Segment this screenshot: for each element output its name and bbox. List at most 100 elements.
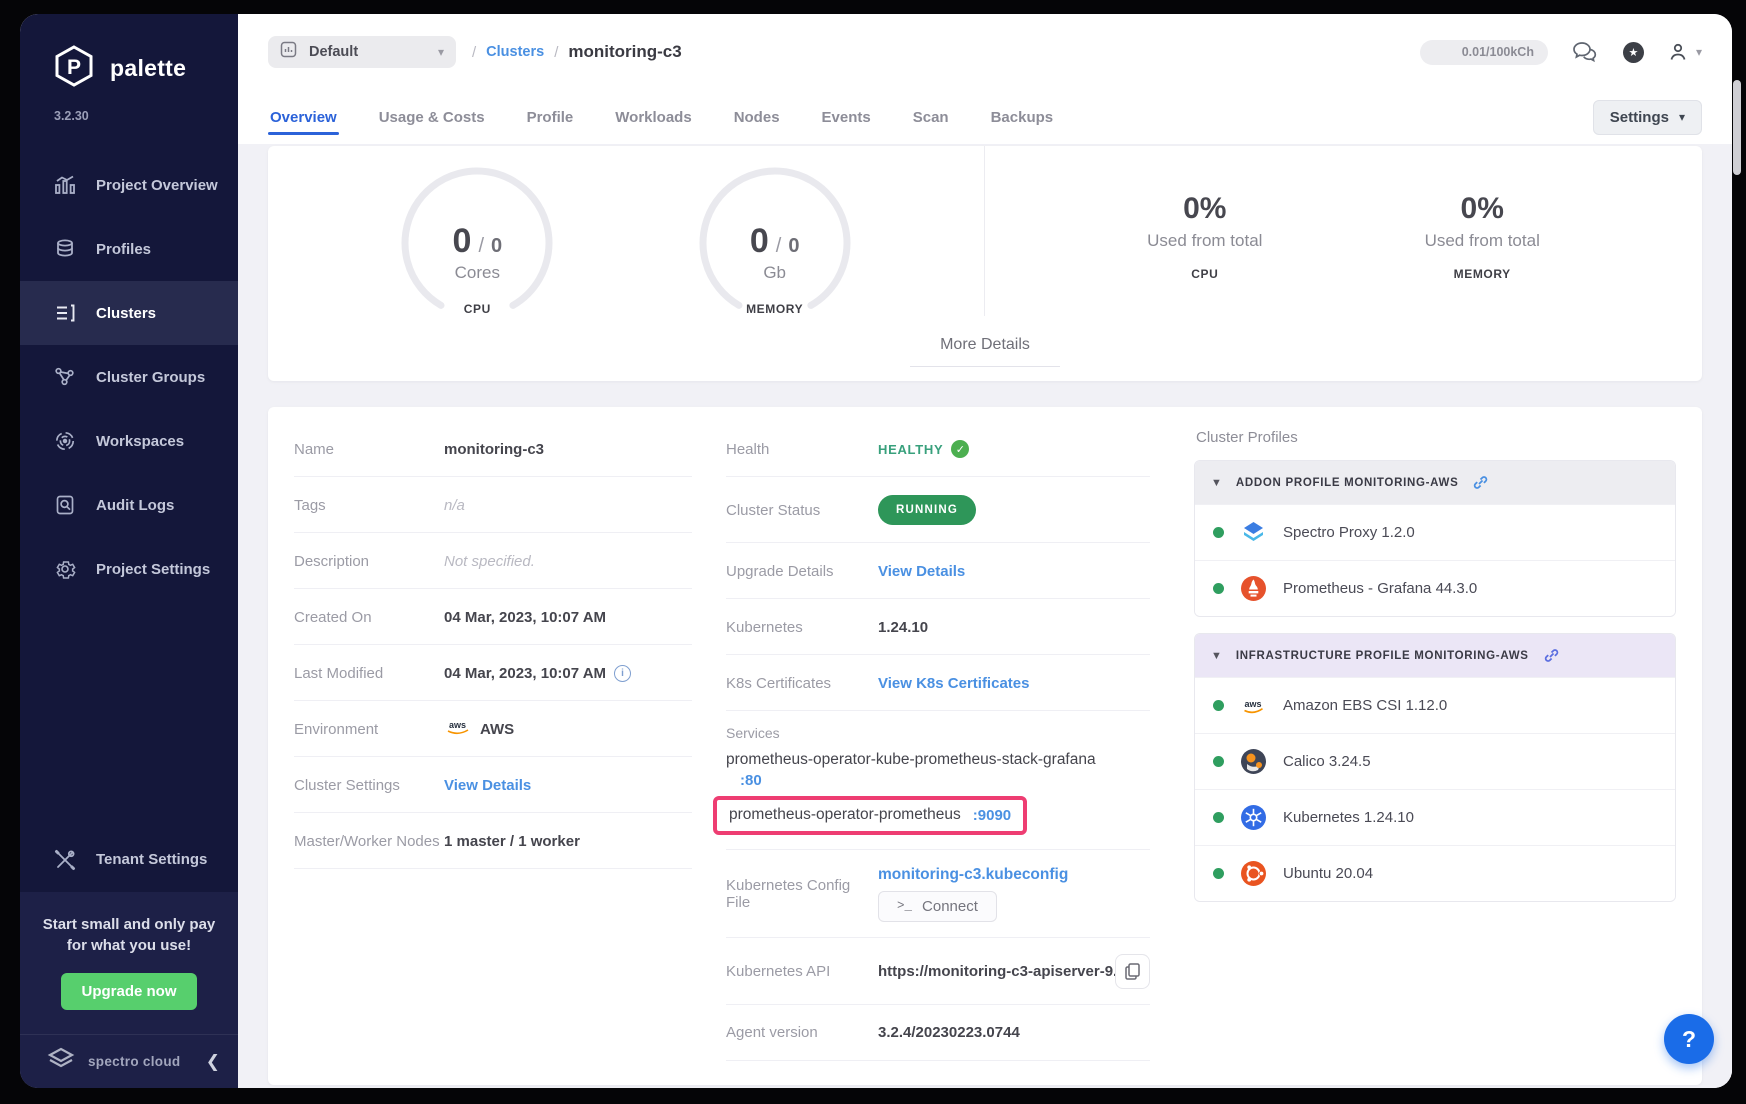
sidebar-collapse-chevron-icon[interactable]: ❮	[206, 1052, 220, 1072]
addon-profile-group: ▼ ADDON PROFILE MONITORING-AWS	[1194, 460, 1676, 617]
healthy-check-icon: ✓	[951, 440, 969, 458]
whats-new-star-icon[interactable]: ★	[1623, 42, 1644, 63]
profile-pack-prometheus-grafana[interactable]: Prometheus - Grafana 44.3.0	[1195, 560, 1675, 616]
promo-text-line1: Start small and only pay	[34, 914, 224, 936]
health-row: Health HEALTHY ✓	[726, 421, 1150, 477]
gauge-separator: /	[776, 235, 782, 258]
chevron-down-icon: ▾	[1679, 110, 1685, 124]
sidebar-item-cluster-groups[interactable]: Cluster Groups	[20, 345, 238, 409]
scrollbar-thumb[interactable]	[1733, 80, 1741, 175]
row-label: Cluster Settings	[294, 777, 444, 794]
user-menu[interactable]: ▾	[1668, 42, 1702, 62]
tab-nodes[interactable]: Nodes	[732, 92, 782, 143]
profile-link-icon[interactable]	[1472, 474, 1489, 491]
aws-icon: aws	[444, 718, 472, 740]
settings-button[interactable]: Settings ▾	[1593, 100, 1702, 135]
prometheus-icon	[1240, 575, 1267, 602]
last-modified-value: 04 Mar, 2023, 10:07 AM	[444, 665, 606, 682]
project-selector-value: Default	[309, 44, 426, 60]
connect-button[interactable]: >_ Connect	[878, 891, 997, 922]
info-icon[interactable]: i	[614, 665, 631, 682]
usage-summary-card: 0 / 0 Cores CPU	[268, 146, 1702, 381]
row-label: Last Modified	[294, 665, 444, 682]
cluster-settings-view-details-link[interactable]: View Details	[444, 777, 531, 794]
sidebar-item-audit-logs[interactable]: Audit Logs	[20, 473, 238, 537]
breadcrumb-separator: /	[554, 44, 558, 61]
help-button[interactable]: ?	[1664, 1014, 1714, 1064]
kubeconfig-file-link[interactable]: monitoring-c3.kubeconfig	[878, 866, 1068, 884]
pack-status-dot	[1213, 700, 1224, 711]
tab-events[interactable]: Events	[820, 92, 873, 143]
breadcrumb-separator: /	[472, 44, 476, 61]
sidebar-item-tenant-settings[interactable]: Tenant Settings	[20, 828, 238, 892]
project-settings-icon	[54, 558, 76, 580]
view-k8s-certificates-link[interactable]: View K8s Certificates	[878, 675, 1029, 692]
description-row: Description Not specified.	[294, 533, 692, 589]
chevron-down-icon: ▼	[1211, 650, 1222, 662]
tab-workloads[interactable]: Workloads	[613, 92, 693, 143]
row-label: Master/Worker Nodes	[294, 833, 444, 850]
profile-group-name: INFRASTRUCTURE PROFILE MONITORING-AWS	[1236, 650, 1529, 662]
service-port-link[interactable]: :9090	[973, 807, 1011, 824]
cpu-total-value: 0	[491, 235, 502, 258]
service-port-link[interactable]: :80	[740, 772, 762, 789]
pack-name: Amazon EBS CSI 1.12.0	[1283, 697, 1447, 714]
content-area: 0 / 0 Cores CPU	[238, 144, 1732, 1088]
profile-group-name: ADDON PROFILE MONITORING-AWS	[1236, 477, 1459, 489]
project-selector[interactable]: Default ▾	[268, 36, 456, 68]
tab-usage-costs[interactable]: Usage & Costs	[377, 92, 487, 143]
infrastructure-profile-group: ▼ INFRASTRUCTURE PROFILE MONITORING-AWS	[1194, 633, 1676, 902]
tab-scan[interactable]: Scan	[911, 92, 951, 143]
cluster-status-column: Health HEALTHY ✓ Cluster Status RUNNING …	[726, 421, 1194, 1061]
pack-status-dot	[1213, 583, 1224, 594]
services-label: Services	[726, 725, 1150, 741]
sidebar-footer: spectro cloud ❮	[20, 1034, 238, 1088]
profile-pack-amazon-ebs-csi[interactable]: aws Amazon EBS CSI 1.12.0	[1195, 677, 1675, 733]
addon-profile-header[interactable]: ▼ ADDON PROFILE MONITORING-AWS	[1195, 461, 1675, 504]
health-value: HEALTHY	[878, 442, 943, 457]
upgrade-now-button[interactable]: Upgrade now	[61, 973, 196, 1010]
pack-name: Ubuntu 20.04	[1283, 865, 1373, 882]
upgrade-view-details-link[interactable]: View Details	[878, 563, 965, 580]
cpu-used-value: 0	[453, 222, 472, 261]
sidebar-item-clusters[interactable]: Clusters	[20, 281, 238, 345]
row-label: Kubernetes Config File	[726, 877, 878, 911]
environment-value: AWS	[480, 721, 514, 738]
profile-pack-kubernetes[interactable]: Kubernetes 1.24.10	[1195, 789, 1675, 845]
pack-name: Kubernetes 1.24.10	[1283, 809, 1414, 826]
cpu-usage-stat: 0% Used from total CPU	[1147, 192, 1262, 281]
row-label: Kubernetes	[726, 619, 878, 636]
memory-usage-caption: Used from total	[1425, 231, 1540, 251]
breadcrumb-clusters-link[interactable]: Clusters	[486, 44, 544, 60]
connect-button-label: Connect	[922, 898, 978, 915]
sidebar-item-project-overview[interactable]: Project Overview	[20, 153, 238, 217]
running-status-badge: RUNNING	[878, 495, 976, 525]
settings-button-label: Settings	[1610, 109, 1669, 126]
sidebar-item-label: Project Overview	[96, 177, 218, 194]
profile-pack-ubuntu[interactable]: Ubuntu 20.04	[1195, 845, 1675, 901]
svg-text:aws: aws	[449, 720, 466, 730]
tab-backups[interactable]: Backups	[989, 92, 1056, 143]
sidebar-item-profiles[interactable]: Profiles	[20, 217, 238, 281]
nodes-row: Master/Worker Nodes 1 master / 1 worker	[294, 813, 692, 869]
tags-row: Tags n/a	[294, 477, 692, 533]
usage-percent-zone: 0% Used from total CPU 0% Used from tota…	[985, 146, 1702, 316]
infrastructure-profile-header[interactable]: ▼ INFRASTRUCTURE PROFILE MONITORING-AWS	[1195, 634, 1675, 677]
breadcrumb: / Clusters / monitoring-c3	[472, 42, 682, 62]
sidebar-item-label: Clusters	[96, 305, 156, 322]
tab-overview[interactable]: Overview	[268, 92, 339, 143]
sidebar-item-workspaces[interactable]: Workspaces	[20, 409, 238, 473]
copy-icon[interactable]	[1115, 954, 1150, 989]
kubernetes-version-row: Kubernetes 1.24.10	[726, 599, 1150, 655]
profile-pack-spectro-proxy[interactable]: Spectro Proxy 1.2.0	[1195, 504, 1675, 560]
sidebar-item-project-settings[interactable]: Project Settings	[20, 537, 238, 601]
palette-logo-icon: P	[52, 44, 96, 93]
chat-icon[interactable]	[1572, 40, 1599, 64]
profile-pack-calico[interactable]: Calico 3.24.5	[1195, 733, 1675, 789]
more-details-button[interactable]: More Details	[910, 332, 1060, 367]
chevron-down-icon: ▾	[1696, 45, 1702, 59]
cpu-usage-label: CPU	[1147, 267, 1262, 281]
profile-link-icon[interactable]	[1543, 647, 1560, 664]
svg-text:aws: aws	[1245, 698, 1262, 708]
tab-profile[interactable]: Profile	[525, 92, 576, 143]
